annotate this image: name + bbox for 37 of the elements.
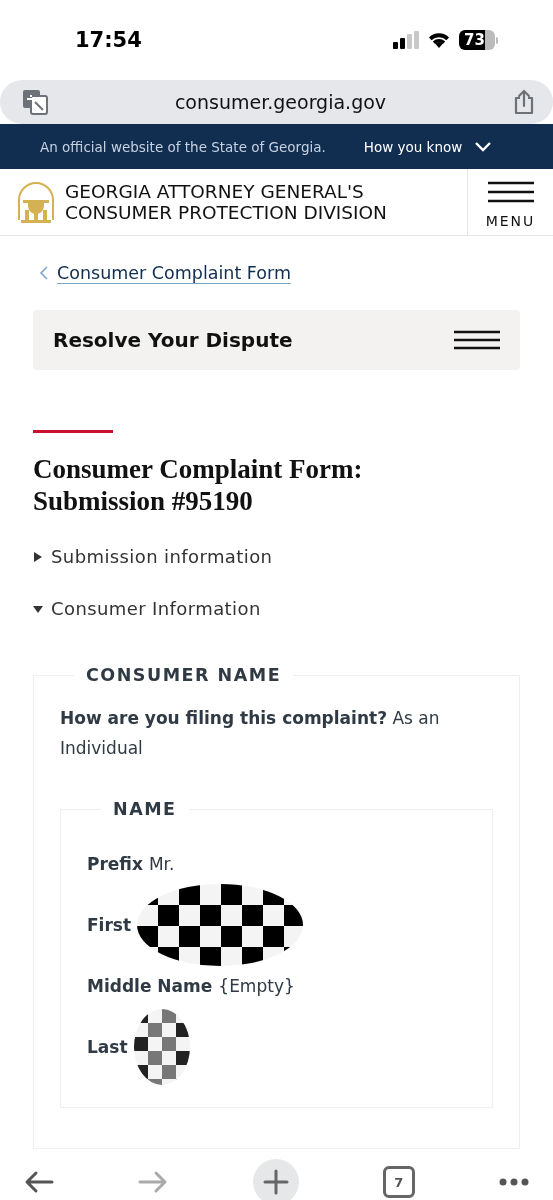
fieldset-legend: NAME <box>101 799 189 819</box>
field-label: First <box>87 914 132 935</box>
section-menu-button[interactable]: Resolve Your Dispute <box>33 310 520 370</box>
url-text: consumer.georgia.gov <box>174 91 387 113</box>
field-label: Last <box>87 1036 128 1057</box>
field-label: Middle Name <box>87 975 213 996</box>
question-answer: How are you filing this complaint? As an Individual <box>60 707 441 760</box>
fieldset-legend: CONSUMER NAME <box>74 665 294 685</box>
signal-icon <box>393 31 419 49</box>
translate-icon[interactable] <box>22 89 48 115</box>
new-tab-icon[interactable] <box>252 1159 299 1200</box>
page-title: Consumer Complaint Form: Submission #95190 <box>33 453 364 517</box>
banner-text: An official website of the State of Georgia. <box>39 137 327 157</box>
field-label: Prefix <box>87 853 143 874</box>
field-value: Mr. <box>148 853 175 874</box>
more-icon[interactable] <box>499 1178 529 1186</box>
menu-icon <box>454 330 500 350</box>
site-title[interactable]: CONSUMER PROTECTION DIVISION <box>65 202 387 223</box>
section-toggle[interactable]: Submission information <box>33 545 273 569</box>
field-value: {Empty} <box>218 975 295 996</box>
status-time: 17:54 <box>75 28 142 52</box>
breadcrumb-link[interactable]: Consumer Complaint Form <box>33 261 291 285</box>
share-icon[interactable] <box>513 89 535 115</box>
chevron-icon <box>474 140 493 153</box>
tab-count-button[interactable]: 7 <box>382 1166 415 1198</box>
wifi-icon <box>427 31 451 49</box>
triangle-down-icon <box>33 604 43 614</box>
site-title[interactable]: GEORGIA ATTORNEY GENERAL'S <box>65 181 387 202</box>
section-toggle[interactable]: Consumer Information <box>33 597 261 621</box>
address-bar[interactable]: consumer.georgia.gov <box>0 80 553 124</box>
back-icon[interactable] <box>24 1170 54 1194</box>
seal-logo <box>16 180 56 224</box>
menu-icon <box>487 180 534 203</box>
chevron-left-icon <box>39 266 49 280</box>
battery-icon: 73 <box>459 30 498 50</box>
triangle-right-icon <box>33 552 43 562</box>
how-you-know-link[interactable]: How you know <box>363 138 493 155</box>
